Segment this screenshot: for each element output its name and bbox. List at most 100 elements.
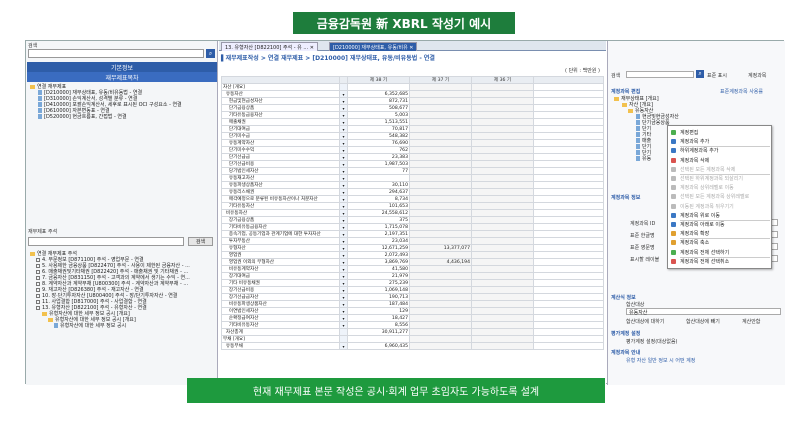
row-dropdown[interactable]: ▾ <box>339 307 348 315</box>
table-cell[interactable] <box>471 174 534 182</box>
table-cell[interactable]: 548,382 <box>347 132 410 140</box>
table-cell[interactable] <box>471 272 534 280</box>
context-menu-item[interactable]: 계정과목 축소 <box>668 238 773 247</box>
table-row[interactable]: 기타 비유동채권 ▾ 275,239 <box>221 279 604 287</box>
table-cell[interactable] <box>471 265 534 273</box>
table-cell[interactable]: 21,979 <box>347 272 410 280</box>
table-cell[interactable] <box>471 321 534 329</box>
table-row[interactable]: 비유동자산 ▾ 24,558,612 <box>221 209 604 217</box>
table-cell[interactable] <box>471 286 534 294</box>
table-cell[interactable] <box>409 125 472 133</box>
table-cell[interactable]: 23,383 <box>347 153 410 161</box>
row-dropdown[interactable]: ▾ <box>339 90 348 98</box>
table-cell[interactable] <box>471 300 534 308</box>
table-cell[interactable] <box>471 146 534 154</box>
table-cell[interactable] <box>409 300 472 308</box>
row-dropdown[interactable]: ▾ <box>339 272 348 280</box>
table-cell[interactable] <box>409 153 472 161</box>
table-cell[interactable]: 5,003 <box>347 111 410 119</box>
search-icon[interactable]: ⌕ <box>696 70 704 78</box>
table-cell[interactable] <box>409 188 472 196</box>
table-row[interactable]: 영업권 이외의 무형자산 ▾ 3,869,769 4,436,194 <box>221 258 604 266</box>
context-menu-item[interactable]: 계정과목 전체 선택취소 <box>668 257 773 266</box>
table-cell[interactable] <box>409 118 472 126</box>
table-cell[interactable] <box>409 230 472 238</box>
row-dropdown[interactable]: ▾ <box>339 300 348 308</box>
context-menu-item[interactable]: 계정과목 위로 이동 <box>668 211 773 220</box>
row-dropdown[interactable]: ▾ <box>339 216 348 224</box>
table-cell[interactable] <box>471 104 534 112</box>
table-cell[interactable] <box>471 118 534 126</box>
table-cell[interactable]: 3,869,769 <box>347 258 410 266</box>
table-cell[interactable]: 8,556 <box>347 321 410 329</box>
table-cell[interactable] <box>471 153 534 161</box>
table-cell[interactable] <box>471 293 534 301</box>
row-dropdown[interactable]: ▾ <box>339 146 348 154</box>
context-menu-item[interactable]: 계정편집 <box>668 128 773 137</box>
expand-icon[interactable] <box>36 305 40 310</box>
row-dropdown[interactable]: ▾ <box>339 160 348 168</box>
expand-icon[interactable] <box>36 263 40 268</box>
context-menu-item[interactable]: 계정과목 삭제 <box>668 156 773 165</box>
table-cell[interactable]: 1,513,551 <box>347 118 410 126</box>
table-cell[interactable] <box>471 188 534 196</box>
radio-none[interactable]: 계산안함 <box>742 318 760 325</box>
search-icon[interactable]: ⌕ <box>206 49 215 58</box>
row-dropdown[interactable]: ▾ <box>339 342 348 350</box>
calc-target-field[interactable]: 유동자산 <box>626 308 781 316</box>
table-row[interactable]: 유동부채 ▾ 6,960,435 <box>221 342 604 350</box>
row-dropdown[interactable]: ▾ <box>339 209 348 217</box>
row-dropdown[interactable]: ▾ <box>339 279 348 287</box>
table-cell[interactable] <box>409 160 472 168</box>
table-cell[interactable] <box>409 314 472 322</box>
row-dropdown[interactable]: ▾ <box>339 181 348 189</box>
table-cell[interactable] <box>409 146 472 154</box>
table-cell[interactable] <box>471 342 534 350</box>
row-dropdown[interactable]: ▾ <box>339 286 348 294</box>
table-cell[interactable] <box>409 223 472 231</box>
table-cell[interactable] <box>471 328 534 336</box>
table-row[interactable]: 비유동계약자산 ▾ 41,580 <box>221 265 604 273</box>
table-cell[interactable] <box>471 335 534 343</box>
table-cell[interactable]: 101,653 <box>347 202 410 210</box>
table-row[interactable]: 투자부동산 ▾ 23,034 <box>221 237 604 245</box>
table-cell[interactable] <box>471 97 534 105</box>
tree-item[interactable]: 유형자산에 대한 세부 정보 공시 <box>30 323 190 329</box>
table-row[interactable]: 장기대여금 ▾ 21,979 <box>221 272 604 280</box>
table-row[interactable]: 자산 [개요] <box>221 83 604 91</box>
table-cell[interactable] <box>409 265 472 273</box>
table-cell[interactable] <box>471 244 534 252</box>
basic-info-header[interactable]: 기본정보 <box>27 62 217 72</box>
expand-icon[interactable] <box>36 293 40 298</box>
table-cell[interactable]: 23,034 <box>347 237 410 245</box>
table-row[interactable]: 매출채권 ▾ 1,513,551 <box>221 118 604 126</box>
table-row[interactable]: 유동자산 ▾ 6,352,685 <box>221 90 604 98</box>
notes-search-input[interactable] <box>28 237 184 246</box>
table-cell[interactable]: 508,677 <box>347 104 410 112</box>
table-cell[interactable] <box>471 209 534 217</box>
table-cell[interactable] <box>471 83 534 91</box>
table-cell[interactable] <box>347 83 410 91</box>
row-dropdown[interactable]: ▾ <box>339 223 348 231</box>
table-cell[interactable]: 4,436,194 <box>409 258 472 266</box>
table-row[interactable]: 비유동파생상품자산 ▾ 187,484 <box>221 300 604 308</box>
table-cell[interactable]: 18,427 <box>347 314 410 322</box>
table-row[interactable]: 장기선급비용 ▾ 1,069,148 <box>221 286 604 294</box>
table-cell[interactable] <box>471 230 534 238</box>
table-cell[interactable]: 30,110 <box>347 181 410 189</box>
table-cell[interactable]: 77 <box>347 167 410 175</box>
table-row[interactable]: 자산총계 30,911,277 <box>221 328 604 336</box>
row-dropdown[interactable]: ▾ <box>339 321 348 329</box>
table-row[interactable]: 단기금융상품 ▾ 508,677 <box>221 104 604 112</box>
table-cell[interactable]: 8,734 <box>347 195 410 203</box>
tab-d210000[interactable]: [D210000] 재무상태표, 유동/비유 ✕ <box>329 42 418 51</box>
standard-display-checkbox[interactable]: 표준 표시 <box>707 72 727 79</box>
row-dropdown[interactable]: ▾ <box>339 104 348 112</box>
table-cell[interactable] <box>471 90 534 98</box>
row-dropdown[interactable] <box>339 328 348 336</box>
table-cell[interactable]: 41,580 <box>347 265 410 273</box>
table-row[interactable]: 장기금융상품 ▾ 375 <box>221 216 604 224</box>
table-row[interactable]: 유동계약자산 ▾ 76,690 <box>221 139 604 147</box>
table-cell[interactable] <box>471 125 534 133</box>
row-dropdown[interactable]: ▾ <box>339 258 348 266</box>
